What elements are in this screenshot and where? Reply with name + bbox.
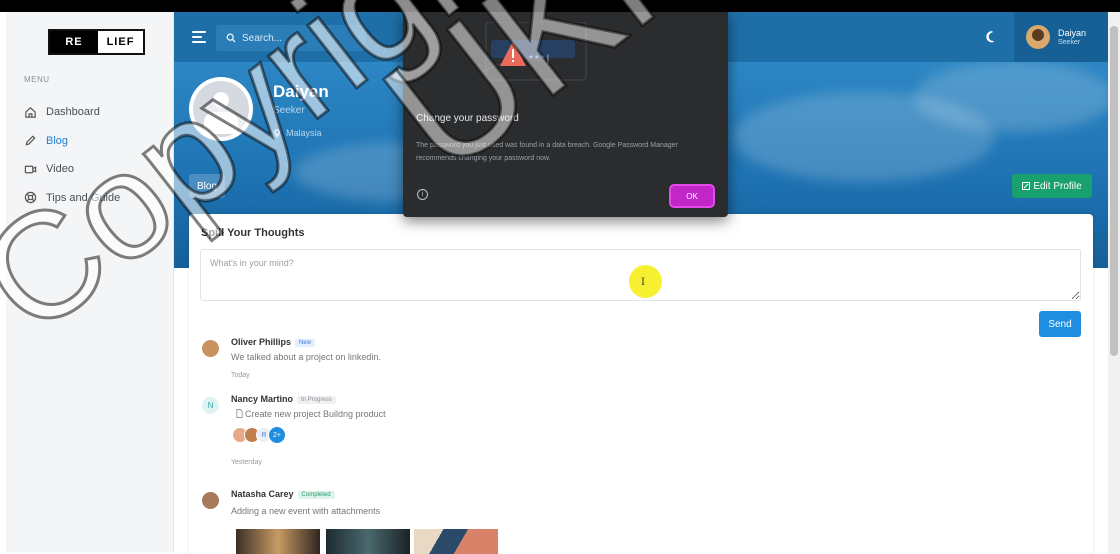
sidebar: RE LIEF MENU Dashboard Blog Video Tips a… (6, 12, 174, 552)
feed-author: Oliver Phillips New (231, 337, 316, 347)
dialog-title: Change your password (416, 113, 519, 124)
profile-avatar (189, 77, 253, 141)
edit-profile-button[interactable]: Edit Profile (1012, 174, 1092, 198)
attachment-thumbnail[interactable] (326, 529, 410, 554)
cursor-highlight (629, 265, 662, 298)
author-name: Oliver Phillips (231, 337, 292, 347)
sidebar-item-video[interactable]: Video (24, 155, 174, 184)
logo-left-text: RE (50, 31, 98, 53)
feed-message: Adding a new event with attachments (231, 506, 381, 516)
file-icon (236, 409, 243, 418)
masked-password: ***| (529, 54, 552, 65)
page-scrollbar[interactable] (1108, 12, 1120, 554)
video-icon (24, 165, 37, 174)
profile-name: Daiyan (273, 82, 329, 101)
author-name: Nancy Martino (231, 394, 294, 404)
user-role: Seeker (1058, 39, 1081, 46)
sidebar-item-blog[interactable]: Blog (24, 127, 174, 156)
menu-heading: MENU (24, 75, 50, 84)
more-count-badge[interactable]: 2+ (268, 426, 286, 444)
sidebar-item-tips-and-guide[interactable]: Tips and Guide (24, 184, 174, 213)
profile-role: Seeker (273, 105, 305, 116)
send-button[interactable]: Send (1039, 311, 1081, 337)
avatar (1026, 25, 1050, 49)
ok-button[interactable]: OK (671, 186, 713, 206)
search-box[interactable] (216, 25, 366, 51)
edit-profile-label: Edit Profile (1033, 180, 1082, 192)
feed-message: We talked about a project on linkedin. (231, 352, 381, 362)
sidebar-item-label: Dashboard (46, 106, 100, 119)
attachment-thumbnail[interactable] (414, 529, 498, 554)
text-cursor-icon: I (641, 274, 645, 288)
status-badge: In Progress (297, 396, 336, 404)
feed-time: Today (231, 372, 250, 379)
sidebar-item-label: Blog (46, 134, 69, 147)
sidebar-item-label: Tips and Guide (46, 191, 121, 204)
feed-time: Yesterday (231, 459, 262, 466)
location-text: Malaysia (286, 128, 322, 138)
top-strip (0, 0, 1120, 12)
attachment-thumbnail[interactable] (236, 529, 320, 554)
status-badge: Completed (297, 491, 335, 499)
lifebuoy-icon (24, 192, 37, 204)
info-icon[interactable]: i (417, 189, 428, 200)
avatar: N (202, 397, 219, 414)
logo-right-text: LIEF (106, 36, 135, 48)
feed-message: Create new project Buildng product (236, 409, 386, 419)
app-logo[interactable]: RE LIEF (48, 29, 145, 55)
user-menu[interactable]: Daiyan Seeker (1014, 12, 1112, 62)
location-pin-icon (273, 128, 281, 138)
card-title: Spill Your Thoughts (201, 227, 305, 239)
password-breach-dialog: ***| Change your password The password y… (403, 12, 728, 217)
feed-author: Nancy Martino In Progress (231, 394, 336, 404)
author-name: Natasha Carey (231, 489, 294, 499)
avatar (202, 492, 219, 509)
hamburger-menu-icon[interactable] (192, 31, 206, 46)
pencil-icon (25, 135, 36, 146)
scrollbar-thumb[interactable] (1110, 26, 1118, 356)
dialog-message: The password you just used was found in … (416, 142, 678, 162)
status-badge: New (295, 339, 316, 347)
sidebar-nav: Dashboard Blog Video Tips and Guide (24, 98, 174, 212)
banner-cloud (914, 62, 1112, 132)
sidebar-item-dashboard[interactable]: Dashboard (24, 98, 174, 127)
profile-location: Malaysia (273, 128, 322, 138)
home-icon (25, 106, 36, 118)
avatar (202, 340, 219, 357)
user-name: Daiyan (1058, 28, 1087, 38)
search-input[interactable] (242, 32, 352, 44)
tab-blog[interactable]: Blog (189, 174, 225, 198)
sidebar-item-label: Video (46, 163, 74, 176)
feed-message-text: Create new project Buildng product (245, 409, 386, 419)
moon-icon[interactable] (984, 30, 998, 44)
search-icon (226, 33, 236, 43)
feed-author: Natasha Carey Completed (231, 489, 335, 499)
edit-icon (1022, 182, 1031, 190)
